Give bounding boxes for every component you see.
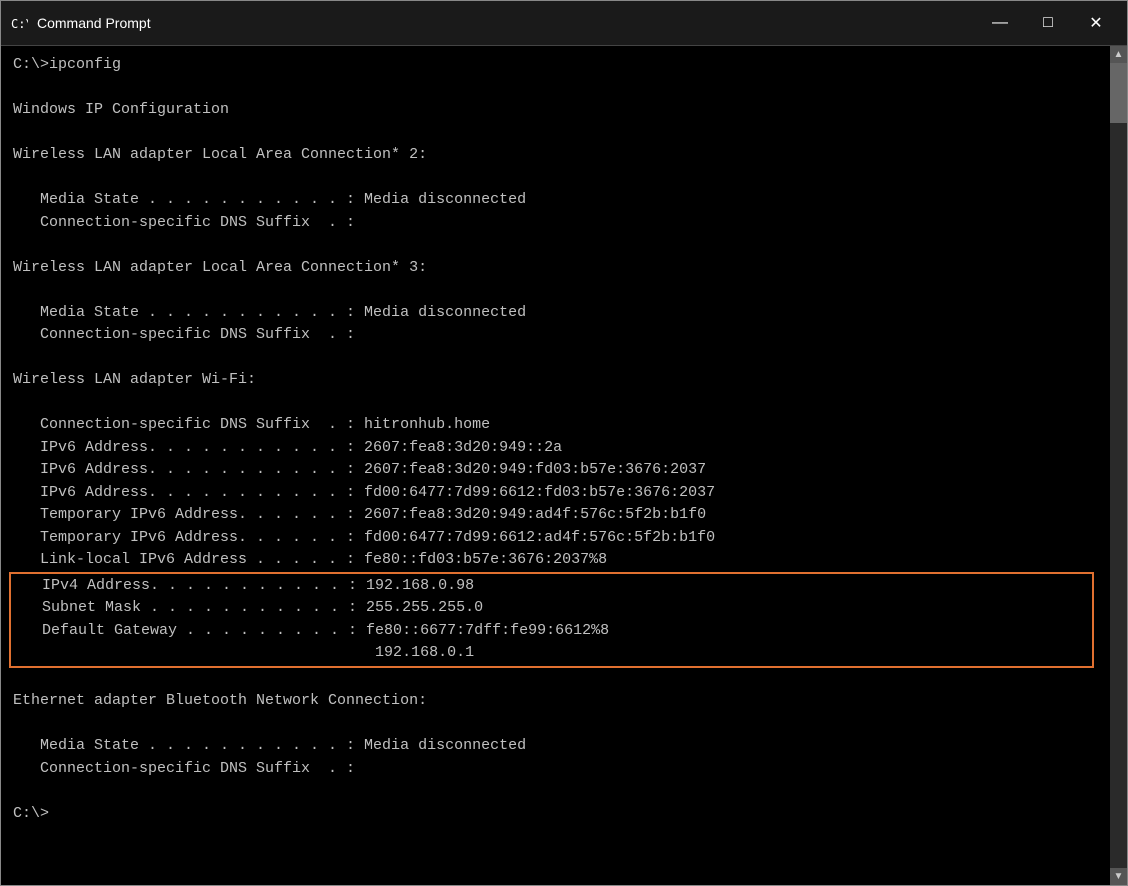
close-button[interactable]: ✕	[1073, 7, 1119, 39]
terminal-line: C:\>	[13, 803, 1098, 826]
terminal-line	[13, 77, 1098, 100]
terminal-line: Media State . . . . . . . . . . . : Medi…	[13, 735, 1098, 758]
terminal-line: Connection-specific DNS Suffix . :	[13, 212, 1098, 235]
cmd-icon: C:\	[9, 13, 29, 33]
terminal-line: Connection-specific DNS Suffix . :	[13, 758, 1098, 781]
terminal-line: Wireless LAN adapter Local Area Connecti…	[13, 257, 1098, 280]
terminal-line: Subnet Mask . . . . . . . . . . . : 255.…	[15, 597, 1088, 620]
terminal-line: Connection-specific DNS Suffix . :	[13, 324, 1098, 347]
terminal-line: Media State . . . . . . . . . . . : Medi…	[13, 189, 1098, 212]
title-bar-left: C:\ Command Prompt	[9, 13, 151, 33]
scroll-down-button[interactable]: ▼	[1110, 868, 1127, 885]
scrollbar: ▲ ▼	[1110, 46, 1127, 885]
terminal-line	[13, 668, 1098, 691]
scrollbar-track[interactable]	[1110, 63, 1127, 868]
scroll-up-button[interactable]: ▲	[1110, 46, 1127, 63]
terminal-line: Wireless LAN adapter Local Area Connecti…	[13, 144, 1098, 167]
title-bar: C:\ Command Prompt — □ ✕	[1, 1, 1127, 46]
terminal-line: Windows IP Configuration	[13, 99, 1098, 122]
svg-text:C:\: C:\	[11, 17, 28, 31]
terminal-line	[13, 347, 1098, 370]
command-prompt-window: C:\ Command Prompt — □ ✕ C:\>ipconfig Wi…	[0, 0, 1128, 886]
terminal-line	[13, 167, 1098, 190]
terminal-line	[13, 780, 1098, 803]
terminal-output[interactable]: C:\>ipconfig Windows IP Configuration Wi…	[1, 46, 1110, 885]
terminal-line	[13, 122, 1098, 145]
minimize-button[interactable]: —	[977, 7, 1023, 39]
terminal-line: Wireless LAN adapter Wi-Fi:	[13, 369, 1098, 392]
terminal-line: Media State . . . . . . . . . . . : Medi…	[13, 302, 1098, 325]
terminal-line: Ethernet adapter Bluetooth Network Conne…	[13, 690, 1098, 713]
terminal-line: IPv6 Address. . . . . . . . . . . : 2607…	[13, 437, 1098, 460]
terminal-line: 192.168.0.1	[15, 642, 1088, 665]
terminal-line: Connection-specific DNS Suffix . : hitro…	[13, 414, 1098, 437]
terminal-line	[13, 392, 1098, 415]
terminal-line: Link-local IPv6 Address . . . . . : fe80…	[13, 549, 1098, 572]
window-title: Command Prompt	[37, 15, 151, 31]
terminal-line: IPv6 Address. . . . . . . . . . . : fd00…	[13, 482, 1098, 505]
terminal-line: Temporary IPv6 Address. . . . . . : fd00…	[13, 527, 1098, 550]
terminal-line	[13, 279, 1098, 302]
content-area: C:\>ipconfig Windows IP Configuration Wi…	[1, 46, 1127, 885]
maximize-button[interactable]: □	[1025, 7, 1071, 39]
scrollbar-thumb[interactable]	[1110, 63, 1127, 123]
terminal-line	[13, 713, 1098, 736]
title-bar-controls: — □ ✕	[977, 7, 1119, 39]
terminal-line	[13, 234, 1098, 257]
terminal-line: Default Gateway . . . . . . . . . : fe80…	[15, 620, 1088, 643]
terminal-line: C:\>ipconfig	[13, 54, 1098, 77]
terminal-line: IPv6 Address. . . . . . . . . . . : 2607…	[13, 459, 1098, 482]
terminal-line: IPv4 Address. . . . . . . . . . . : 192.…	[15, 575, 1088, 598]
terminal-line: Temporary IPv6 Address. . . . . . : 2607…	[13, 504, 1098, 527]
